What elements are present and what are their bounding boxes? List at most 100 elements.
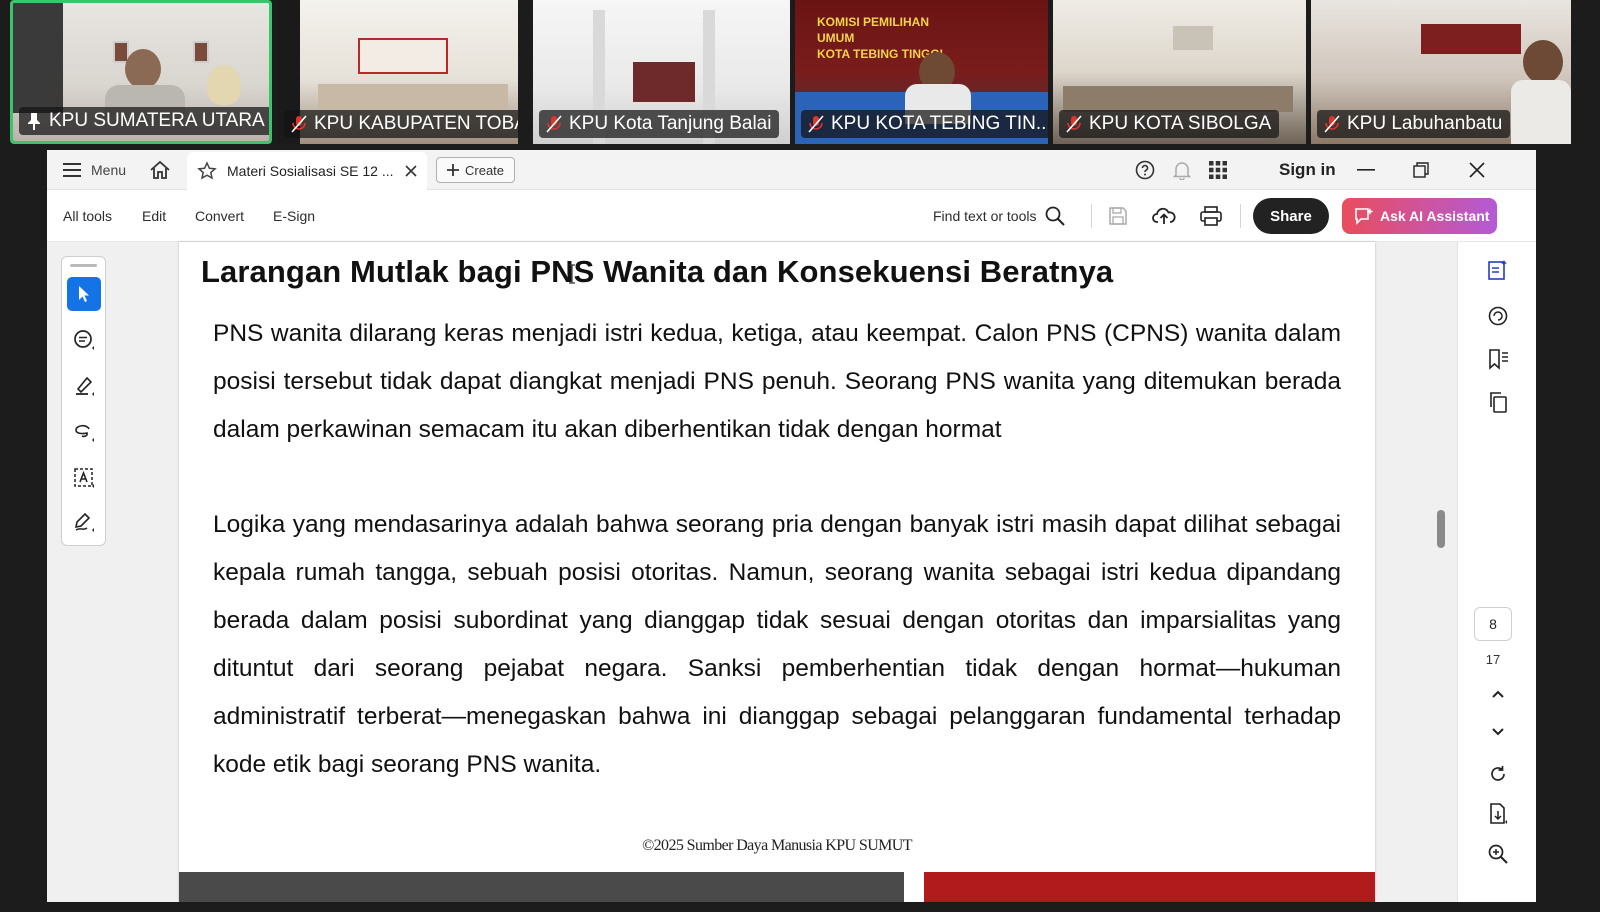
- ask-ai-assistant-button[interactable]: Ask AI Assistant: [1342, 198, 1497, 234]
- pdf-page: Larangan Mutlak bagi PNS Wanita dan Kons…: [179, 242, 1375, 902]
- select-tool[interactable]: [67, 277, 101, 311]
- share-button[interactable]: Share: [1253, 198, 1329, 234]
- previous-page-button[interactable]: [1484, 680, 1512, 708]
- cursor-arrow-icon: [79, 286, 89, 302]
- close-tab-icon[interactable]: [405, 165, 417, 177]
- document-workspace: Larangan Mutlak bagi PNS Wanita dan Kons…: [47, 242, 1536, 902]
- comment-tool[interactable]: [67, 323, 101, 357]
- participant-name: KPU Kota Tanjung Balai: [569, 113, 772, 134]
- edit-pdf-panel-button[interactable]: [1484, 256, 1512, 284]
- cloud-upload-icon: [1152, 207, 1176, 224]
- pen-sign-icon: [74, 512, 94, 532]
- find-text-or-tools[interactable]: Find text or tools: [933, 190, 1065, 242]
- bell-icon: [1173, 162, 1191, 180]
- participant-tile[interactable]: KPU SUMATERA UTARA: [10, 0, 272, 144]
- create-label: Create: [465, 162, 505, 178]
- page-footer: ©2025 Sumber Daya Manusia KPU SUMUT: [642, 837, 912, 854]
- notifications-button[interactable]: [1173, 150, 1191, 190]
- comment-icon: [74, 330, 94, 350]
- panel-grip[interactable]: [70, 264, 97, 267]
- participant-caption: KPU KABUPATEN TOBA: [284, 110, 518, 138]
- restore-button[interactable]: [1413, 150, 1429, 190]
- next-page-button[interactable]: [1484, 718, 1512, 746]
- search-icon: [1045, 206, 1065, 226]
- title-bar: Menu Materi Sosialisasi SE 12 ... Create…: [47, 150, 1536, 190]
- close-window-button[interactable]: [1469, 150, 1485, 190]
- find-placeholder: Find text or tools: [933, 208, 1037, 224]
- toolbar-divider: [1091, 204, 1092, 228]
- main-toolbar: All tools Edit Convert E-Sign Find text …: [47, 190, 1536, 242]
- help-icon: [1135, 160, 1155, 180]
- total-pages-label: 17: [1485, 652, 1501, 667]
- participant-caption: KPU Kota Tanjung Balai: [539, 110, 780, 138]
- home-icon: [150, 160, 170, 179]
- file-export-icon: [1490, 803, 1507, 824]
- save-button[interactable]: [1104, 202, 1132, 230]
- ai-assistant-icon: [1355, 208, 1374, 225]
- page-thumbnails-button[interactable]: [1484, 388, 1512, 416]
- toolbar-divider: [1240, 204, 1241, 228]
- home-button[interactable]: [149, 150, 171, 190]
- rotate-icon: [1491, 766, 1505, 781]
- star-icon[interactable]: [197, 161, 217, 181]
- participant-name: KPU KOTA SIBOLGA: [1089, 113, 1272, 134]
- apps-button[interactable]: [1209, 150, 1227, 190]
- create-button[interactable]: Create: [436, 157, 516, 183]
- text-cursor-icon: [569, 264, 575, 284]
- zoom-in-button[interactable]: [1484, 840, 1512, 868]
- all-tools-menu[interactable]: All tools: [63, 190, 112, 242]
- ai-label: Ask AI Assistant: [1380, 208, 1490, 224]
- body-paragraph: PNS wanita dilarang keras menjadi istri …: [213, 320, 1341, 443]
- edit-menu[interactable]: Edit: [142, 190, 166, 242]
- participant-name: KPU Labuhanbatu: [1347, 113, 1503, 134]
- comment-bubble-icon: [1488, 306, 1508, 326]
- footer-band-red: [924, 872, 1375, 902]
- upload-button[interactable]: [1150, 202, 1178, 230]
- participant-tile[interactable]: KPU Labuhanbatu: [1311, 0, 1571, 144]
- vertical-scrollbar[interactable]: [1429, 242, 1449, 902]
- document-tab[interactable]: Materi Sosialisasi SE 12 ...: [187, 152, 427, 190]
- save-icon: [1109, 207, 1127, 225]
- extract-pages-button[interactable]: [1484, 800, 1512, 828]
- text-recognition-tool[interactable]: [67, 461, 101, 495]
- mic-muted-icon: [290, 114, 308, 134]
- sign-tool[interactable]: [67, 505, 101, 539]
- video-participant-strip: KPU SUMATERA UTARA KPU KABUPATEN TOBA KP…: [0, 0, 1600, 146]
- hamburger-icon: [63, 163, 81, 177]
- highlighter-icon: [76, 376, 94, 396]
- minimize-button[interactable]: [1357, 150, 1375, 190]
- participant-tile[interactable]: KOMISI PEMILIHAN UMUM KOTA TEBING TINGGI …: [795, 0, 1048, 144]
- mic-muted-icon: [1065, 114, 1083, 134]
- participant-tile[interactable]: KPU KABUPATEN TOBA: [278, 0, 518, 144]
- sign-in-link[interactable]: Sign in: [1279, 150, 1336, 190]
- zoom-in-icon: [1488, 844, 1508, 864]
- print-button[interactable]: [1197, 202, 1225, 230]
- draw-tool[interactable]: [67, 415, 101, 449]
- chevron-down-icon: [1492, 728, 1504, 736]
- rotate-button[interactable]: [1484, 760, 1512, 788]
- convert-menu[interactable]: Convert: [195, 190, 244, 242]
- current-page-input[interactable]: 8: [1474, 607, 1512, 641]
- right-side-rail: 8 17: [1457, 242, 1536, 902]
- bookmarks-panel-button[interactable]: [1484, 345, 1512, 373]
- mic-muted-icon: [807, 114, 825, 134]
- pin-icon: [25, 111, 43, 131]
- footer-band-grey: [179, 872, 904, 902]
- apps-grid-icon: [1209, 161, 1227, 179]
- menu-button[interactable]: Menu: [63, 150, 126, 190]
- minimize-icon: [1357, 169, 1375, 171]
- esign-menu[interactable]: E-Sign: [273, 190, 315, 242]
- participant-name: KPU KOTA TEBING TIN...: [831, 113, 1048, 134]
- printer-icon: [1200, 206, 1222, 226]
- text-box-icon: [74, 468, 94, 488]
- participant-tile[interactable]: KPU Kota Tanjung Balai: [533, 0, 790, 144]
- close-icon: [1469, 162, 1485, 178]
- participant-tile[interactable]: KPU KOTA SIBOLGA: [1053, 0, 1306, 144]
- quick-tools-panel: [61, 256, 106, 546]
- scrollbar-thumb[interactable]: [1437, 510, 1445, 548]
- comments-panel-button[interactable]: [1484, 302, 1512, 330]
- help-button[interactable]: [1135, 150, 1155, 190]
- participant-caption: KPU KOTA SIBOLGA: [1059, 110, 1280, 138]
- highlight-tool[interactable]: [67, 369, 101, 403]
- participant-name: KPU SUMATERA UTARA: [49, 110, 265, 131]
